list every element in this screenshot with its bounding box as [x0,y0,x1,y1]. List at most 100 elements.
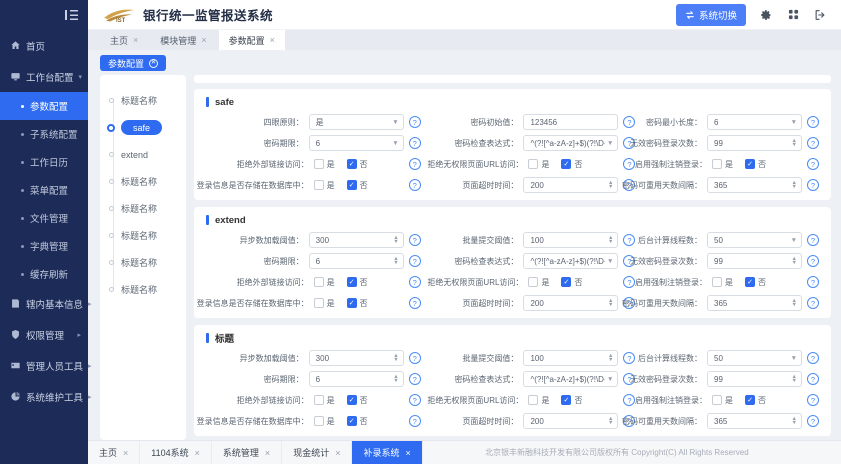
help-icon[interactable]: ? [409,137,421,149]
checkbox-no[interactable]: ✓否 [745,395,766,406]
checkbox-yes[interactable]: 是 [314,298,335,309]
anchor-item-3[interactable]: extend [100,141,186,168]
chevron-down-icon[interactable]: ▼ [791,119,797,126]
help-icon[interactable]: ? [807,137,819,149]
checkbox-yes[interactable]: 是 [314,277,335,288]
logout-icon[interactable] [813,8,827,22]
chevron-down-icon[interactable]: ▼ [607,376,613,383]
close-icon[interactable]: × [133,35,138,45]
checkbox-icon[interactable]: ✓ [347,277,357,287]
help-icon[interactable]: ? [409,297,421,309]
field-input[interactable]: 6▲▼ [309,253,404,269]
help-icon[interactable]: ? [807,352,819,364]
anchor-item-6[interactable]: 标题名称 [100,222,186,249]
stepper-icon[interactable]: ▲▼ [608,417,613,426]
checkbox-no[interactable]: ✓否 [745,277,766,288]
help-icon[interactable]: ? [807,179,819,191]
top-tab-2[interactable]: 模块管理× [150,30,216,50]
anchor-item-4[interactable]: 标题名称 [100,168,186,195]
filter-tag[interactable]: 参数配置 ✕ [100,55,166,71]
checkbox-icon[interactable]: ✓ [347,395,357,405]
field-input[interactable]: 99▲▼ [707,253,802,269]
field-input[interactable]: 300▲▼ [309,232,404,248]
chevron-down-icon[interactable]: ▼ [607,258,613,265]
help-icon[interactable]: ? [623,276,635,288]
field-input[interactable]: 6▲▼ [309,371,404,387]
checkbox-icon[interactable]: ✓ [561,159,571,169]
checkbox-yes[interactable]: 是 [712,277,733,288]
checkbox-icon[interactable] [712,277,722,287]
anchor-item-1[interactable]: 标题名称 [100,87,186,114]
sidebar-item-homepage[interactable]: 首页 [0,30,88,61]
checkbox-icon[interactable]: ✓ [745,277,755,287]
help-icon[interactable]: ? [623,158,635,170]
help-icon[interactable]: ? [409,158,421,170]
checkbox-icon[interactable] [712,159,722,169]
chevron-down-icon[interactable]: ▼ [607,140,613,147]
sidebar-item-workbench-config[interactable]: 工作台配置▾ [0,61,88,92]
sidebar-subitem-subsystem-config[interactable]: 子系统配置 [0,120,88,148]
checkbox-no[interactable]: ✓否 [347,416,368,427]
checkbox-no[interactable]: ✓否 [561,395,582,406]
help-icon[interactable]: ? [409,415,421,427]
anchor-item-2[interactable]: safe [100,114,186,141]
chevron-down-icon[interactable]: ▼ [392,140,398,147]
checkbox-yes[interactable]: 是 [314,395,335,406]
checkbox-yes[interactable]: 是 [314,159,335,170]
stepper-icon[interactable]: ▲▼ [792,139,797,148]
checkbox-no[interactable]: ✓否 [347,298,368,309]
sidebar-item-regional-basic-info[interactable]: 辖内基本信息▸ [0,288,88,319]
help-icon[interactable]: ? [409,394,421,406]
field-input[interactable]: 99▲▼ [707,135,802,151]
checkbox-no[interactable]: ✓否 [347,277,368,288]
checkbox-no[interactable]: ✓否 [347,159,368,170]
help-icon[interactable]: ? [409,179,421,191]
fullscreen-grid-icon[interactable] [786,8,800,22]
close-icon[interactable]: × [270,35,275,45]
checkbox-yes[interactable]: 是 [528,277,549,288]
help-icon[interactable]: ? [409,234,421,246]
checkbox-yes[interactable]: 是 [712,159,733,170]
bottom-tab-2[interactable]: 1104系统× [140,441,212,464]
help-icon[interactable]: ? [807,255,819,267]
help-icon[interactable]: ? [623,116,635,128]
checkbox-icon[interactable]: ✓ [561,277,571,287]
checkbox-yes[interactable]: 是 [314,416,335,427]
help-icon[interactable]: ? [409,276,421,288]
checkbox-icon[interactable] [314,180,324,190]
field-input[interactable]: 是▼ [309,114,404,130]
system-switch-button[interactable]: 系统切换 [676,4,746,26]
help-icon[interactable]: ? [807,276,819,288]
sidebar-subitem-file-management[interactable]: 文件管理 [0,204,88,232]
help-icon[interactable]: ? [807,394,819,406]
stepper-icon[interactable]: ▲▼ [393,236,398,245]
help-icon[interactable]: ? [807,415,819,427]
field-input[interactable]: 123456 [523,114,618,130]
field-input[interactable]: ^(?![^a-zA-z]+$)(?!\D+$)[0-9A-Z...▼ [523,135,618,151]
close-icon[interactable]: × [405,448,410,458]
sidebar-subitem-dict-management[interactable]: 字典管理 [0,232,88,260]
top-tab-1[interactable]: 主页× [100,30,148,50]
close-icon[interactable]: × [335,448,340,458]
field-input[interactable]: 6▼ [309,135,404,151]
close-icon[interactable]: × [123,448,128,458]
field-input[interactable]: 50▼ [707,350,802,366]
anchor-item-5[interactable]: 标题名称 [100,195,186,222]
field-input[interactable]: ^(?![^a-zA-z]+$)(?!\D+$)[0-9A-Z...▼ [523,253,618,269]
help-icon[interactable]: ? [409,352,421,364]
field-input[interactable]: 99▲▼ [707,371,802,387]
close-icon[interactable]: ✕ [149,59,158,68]
bottom-tab-5[interactable]: 补录系统× [352,441,422,464]
sidebar-item-admin-tools[interactable]: 管理人员工具▸ [0,350,88,381]
field-input[interactable]: 365▲▼ [707,295,802,311]
sidebar-subitem-cache-refresh[interactable]: 缓存刷新 [0,260,88,288]
gear-icon[interactable] [759,8,773,22]
field-input[interactable]: 200▲▼ [523,177,618,193]
checkbox-icon[interactable]: ✓ [745,395,755,405]
checkbox-icon[interactable] [314,277,324,287]
checkbox-no[interactable]: ✓否 [561,277,582,288]
checkbox-yes[interactable]: 是 [528,159,549,170]
help-icon[interactable]: ? [623,234,635,246]
field-input[interactable]: 200▲▼ [523,413,618,429]
checkbox-no[interactable]: ✓否 [745,159,766,170]
